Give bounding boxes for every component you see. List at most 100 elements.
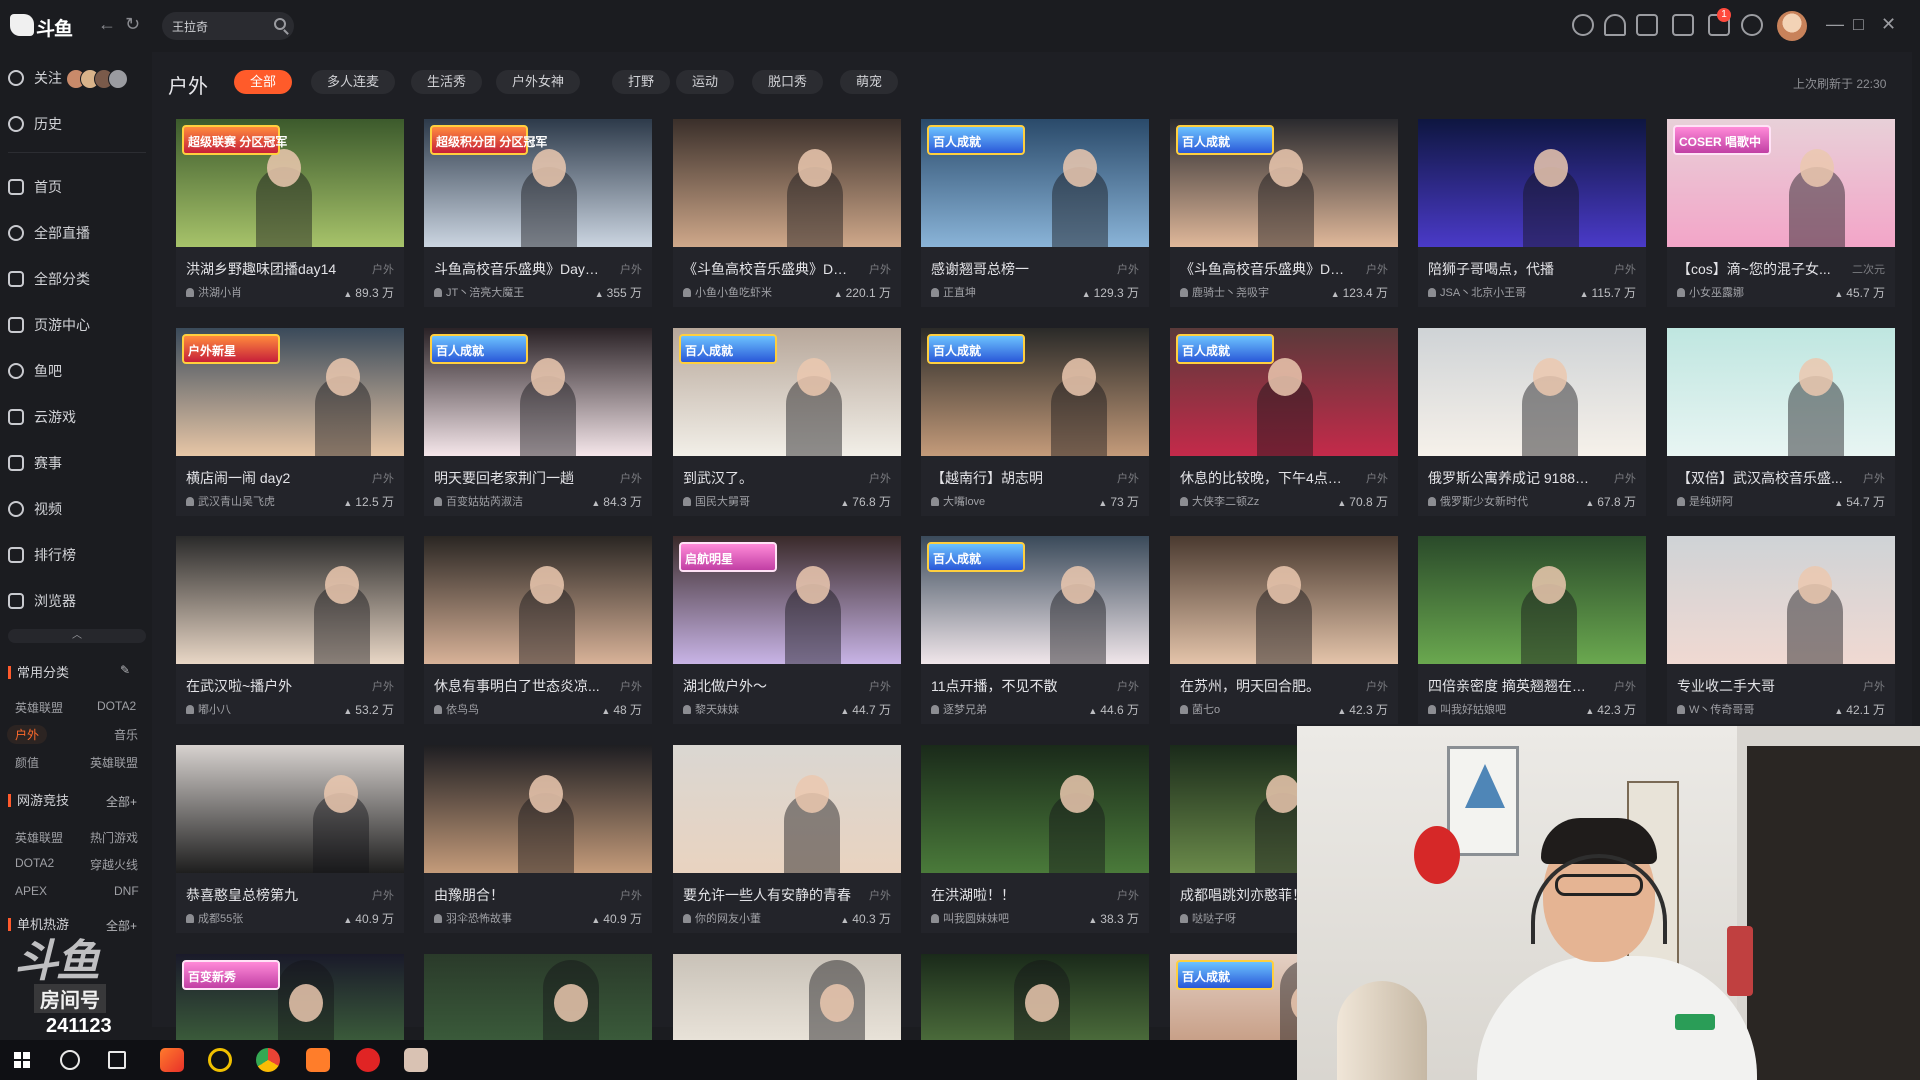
sidebar-item-history[interactable]: 历史 [8, 109, 146, 139]
stream-title[interactable]: 由豫朋合！ [434, 885, 602, 905]
stream-thumbnail[interactable]: 启航明星 [673, 536, 901, 664]
sidebar-item-3[interactable]: 页游中心 [8, 310, 146, 340]
sidebar-item-4[interactable]: 鱼吧 [8, 356, 146, 386]
refresh-icon[interactable]: ↻ [125, 14, 140, 35]
close-icon[interactable]: ✕ [1881, 14, 1896, 35]
streamer-name[interactable]: 小鱼小鱼吃虾米 [683, 284, 772, 300]
stream-title[interactable]: 专业收二手大哥 [1677, 676, 1845, 696]
sidebar-item-7[interactable]: 视频 [8, 494, 146, 524]
streamer-name[interactable]: 你的网友小董 [683, 910, 761, 926]
streamer-name[interactable]: 菌七o [1180, 701, 1220, 717]
stream-title[interactable]: 在洪湖啦！！ [931, 885, 1099, 905]
gift-icon[interactable] [1672, 14, 1694, 36]
stream-title[interactable]: 斗鱼高校音乐盛典》Day1... [434, 259, 602, 279]
avatar-app-icon[interactable] [404, 1048, 428, 1072]
esports-item[interactable]: DOTA2 [15, 856, 54, 870]
stream-thumbnail[interactable] [921, 954, 1149, 1040]
collapse-button[interactable]: ︿ [8, 629, 146, 643]
streamer-name[interactable]: 黎天妹妹 [683, 701, 739, 717]
streamer-name[interactable]: 成都55张 [186, 910, 243, 926]
streamer-name[interactable]: 羽伞恐怖故事 [434, 910, 512, 926]
stream-thumbnail[interactable] [1170, 536, 1398, 664]
stream-thumbnail[interactable]: 百人成就 [1170, 328, 1398, 456]
stream-thumbnail[interactable] [1418, 328, 1646, 456]
stream-thumbnail[interactable]: COSER 唱歌中 [1667, 119, 1895, 247]
streamer-name[interactable]: 鹿骑士丶尧吸宇 [1180, 284, 1269, 300]
esports-item[interactable]: DNF [114, 884, 139, 898]
task-view-icon[interactable] [108, 1051, 126, 1069]
stream-title[interactable]: 【双倍】武汉高校音乐盛... [1677, 468, 1845, 488]
search-box[interactable]: 王拉奇 [162, 12, 294, 40]
streamer-name[interactable]: JSA丶北京小王哥 [1428, 284, 1526, 300]
stream-card[interactable]: COSER 唱歌中【cos】滴~您的混子女... 二次元小女巫露娜 45.7 万 [1667, 119, 1895, 307]
stream-title[interactable]: 休息有事明白了世态炎凉... [434, 676, 602, 696]
sidebar-item-1[interactable]: 全部直播 [8, 218, 146, 248]
sidebar-item-9[interactable]: 浏览器 [8, 586, 146, 616]
streamer-name[interactable]: 洪湖小肖 [186, 284, 242, 300]
stream-thumbnail[interactable] [673, 745, 901, 873]
stream-title[interactable]: 俄罗斯公寓养成记 9188675 [1428, 468, 1596, 488]
streamer-name[interactable]: 正直坤 [931, 284, 976, 300]
stream-card[interactable]: 百人成就 11点开播，不见不散 户外逐梦兄弟 44.6 万 [921, 536, 1149, 724]
stream-thumbnail[interactable] [176, 536, 404, 664]
stream-title[interactable]: 洪湖乡野趣味团播day14 [186, 259, 354, 279]
streamer-name[interactable]: 国民大舅哥 [683, 493, 750, 509]
stream-title[interactable]: 在武汉啦~播户外 [186, 676, 354, 696]
common-item[interactable]: 音乐 [114, 726, 138, 743]
stream-thumbnail[interactable] [424, 745, 652, 873]
stream-card[interactable]: 百变新秀 [176, 954, 404, 1040]
stream-card[interactable]: 专业收二手大哥 户外 W丶传奇哥哥 42.1 万 [1667, 536, 1895, 724]
esports-item[interactable]: 热门游戏 [90, 829, 138, 846]
common-item[interactable]: 英雄联盟 [90, 754, 138, 771]
stream-title[interactable]: 【cos】滴~您的混子女... [1677, 259, 1845, 279]
stream-card[interactable]: 百人成就《斗鱼高校音乐盛典》Da... 户外鹿骑士丶尧吸宇 123.4 万 [1170, 119, 1398, 307]
stream-card[interactable]: 由豫朋合！ 户外羽伞恐怖故事 40.9 万 [424, 745, 652, 933]
netease-music-icon[interactable] [356, 1048, 380, 1072]
minimize-icon[interactable]: — [1826, 14, 1844, 35]
stream-thumbnail[interactable]: 百人成就 [424, 328, 652, 456]
stream-thumbnail[interactable]: 户外新星 [176, 328, 404, 456]
followed-avatars[interactable] [66, 69, 128, 89]
tab-5[interactable]: 运动 [676, 70, 735, 94]
streamer-name[interactable]: W丶传奇哥哥 [1677, 701, 1754, 717]
stream-card[interactable] [424, 954, 652, 1040]
tab-2[interactable]: 生活秀 [411, 70, 483, 94]
stream-title[interactable]: 【越南行】胡志明 [931, 468, 1099, 488]
stream-card[interactable]: 百人成就到武汉了。 户外国民大舅哥 76.8 万 [673, 328, 901, 516]
streamer-name[interactable]: 百变姑姑芮淑洁 [434, 493, 523, 509]
stream-thumbnail[interactable] [1667, 536, 1895, 664]
sidebar-item-8[interactable]: 排行榜 [8, 540, 146, 570]
avatar[interactable] [108, 69, 128, 89]
stream-card[interactable]: 恭喜憨皇总榜第九 户外成都55张 40.9 万 [176, 745, 404, 933]
stream-card[interactable]: 百人成就感谢翘哥总榜一 户外正直坤 129.3 万 [921, 119, 1149, 307]
stream-title[interactable]: 11点开播，不见不散 [931, 676, 1099, 696]
sidebar-item-5[interactable]: 云游戏 [8, 402, 146, 432]
streamer-name[interactable]: 武汉青山吴飞虎 [186, 493, 275, 509]
esports-more-link[interactable]: 全部+ [106, 793, 137, 810]
stream-card[interactable]: 俄罗斯公寓养成记 9188675 户外俄罗斯少女新时代 67.8 万 [1418, 328, 1646, 516]
edit-icon[interactable]: ✎ [120, 663, 130, 677]
stream-card[interactable]: 【双倍】武汉高校音乐盛... 户外是纯妍阿 54.7 万 [1667, 328, 1895, 516]
stream-title[interactable]: 四倍亲密度 摘英翘翘在洪... [1428, 676, 1596, 696]
stream-card[interactable]: 《斗鱼高校音乐盛典》Da... 户外小鱼小鱼吃虾米 220.1 万 [673, 119, 901, 307]
search-icon[interactable] [274, 18, 286, 30]
tab-1[interactable]: 多人连麦 [311, 70, 396, 94]
stream-card[interactable]: 百人成就【越南行】胡志明 户外大嘴love 73 万 [921, 328, 1149, 516]
sidebar-item-2[interactable]: 全部分类 [8, 264, 146, 294]
stream-card[interactable]: 四倍亲密度 摘英翘翘在洪... 户外叫我好姑娘吧 42.3 万 [1418, 536, 1646, 724]
windows-start-icon[interactable] [14, 1052, 30, 1068]
browser-app-icon[interactable] [160, 1048, 184, 1072]
streamer-name[interactable]: 叫我好姑娘吧 [1428, 701, 1506, 717]
stream-thumbnail[interactable]: 百人成就 [921, 536, 1149, 664]
stream-title[interactable]: 明天要回老家荆门一趟 [434, 468, 602, 488]
stream-title[interactable]: 要允许一些人有安静的青春 [683, 885, 851, 905]
streamer-name[interactable]: 嘟小八 [186, 701, 231, 717]
stream-card[interactable]: 百人成就休息的比较晚，下午4点左... 户外大侠李二顿Zz 70.8 万 [1170, 328, 1398, 516]
common-item[interactable]: 颜值 [15, 754, 39, 771]
stream-title[interactable]: 在苏州，明天回合肥。 [1180, 676, 1348, 696]
stream-card[interactable]: 在武汉啦~播户外 户外嘟小八 53.2 万 [176, 536, 404, 724]
streamer-name[interactable]: JT丶涪亮大魔王 [434, 284, 524, 300]
stream-thumbnail[interactable]: 百人成就 [921, 119, 1149, 247]
common-item[interactable]: DOTA2 [97, 699, 136, 713]
circle-app-icon[interactable] [208, 1048, 232, 1072]
